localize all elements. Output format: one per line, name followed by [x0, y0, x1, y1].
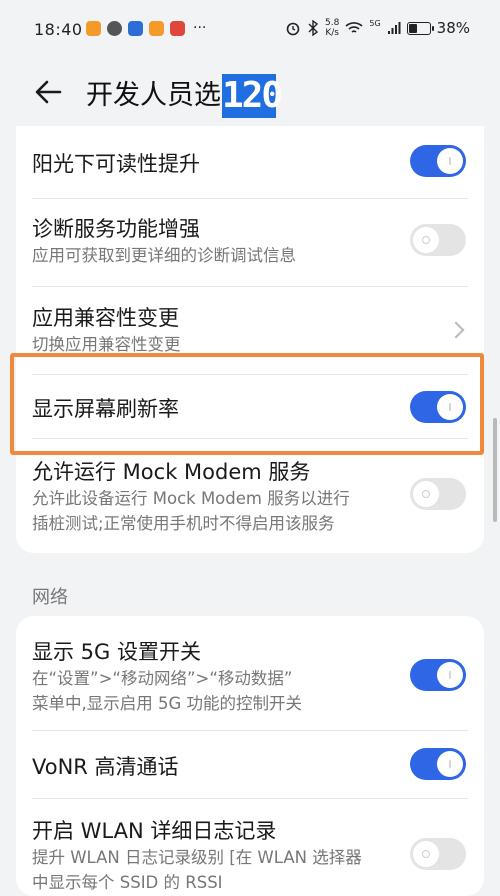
- diagnostic-enhance-toggle[interactable]: [410, 224, 466, 256]
- more-notifications-icon: ···: [193, 20, 207, 36]
- setting-row-show-5g[interactable]: 显示 5G 设置开关 在“设置”>“移动网络”>“移动数据” 菜单中,显示启用 …: [16, 616, 484, 730]
- page-title: 开发人员选: [86, 80, 221, 111]
- wlan-logging-toggle[interactable]: [410, 838, 466, 870]
- setting-row-diagnostic-enhance[interactable]: 诊断服务功能增强 应用可获取到更详细的诊断调试信息: [16, 198, 484, 286]
- battery-percent: 38%: [436, 19, 470, 37]
- chevron-right-icon: [447, 321, 465, 339]
- setting-title: 开启 WLAN 详细日志记录: [32, 819, 277, 843]
- scrollbar[interactable]: [493, 418, 497, 522]
- setting-row-vonr[interactable]: VoNR 高清通话: [16, 730, 484, 798]
- app-notification-icon: [170, 20, 185, 36]
- network-type: 5G: [369, 18, 381, 28]
- settings-card-network: 显示 5G 设置开关 在“设置”>“移动网络”>“移动数据” 菜单中,显示启用 …: [16, 616, 484, 896]
- setting-subtitle: 提升 WLAN 日志记录级别 [在 WLAN 选择器: [32, 848, 362, 867]
- wifi-icon: [345, 22, 363, 33]
- signal-icon: [387, 22, 401, 34]
- battery-level: [408, 23, 417, 33]
- refresh-rate-badge: 120: [222, 74, 283, 118]
- setting-subtitle: 应用可获取到更详细的诊断调试信息: [32, 246, 296, 265]
- app-notification-icon: [86, 20, 101, 36]
- setting-title: VoNR 高清通话: [32, 755, 179, 779]
- sunlight-readability-toggle[interactable]: [410, 145, 466, 177]
- setting-subtitle: 中显示每个 SSID 的 RSSI: [32, 873, 223, 892]
- setting-subtitle: 菜单中,显示启用 5G 功能的控制开关: [32, 694, 303, 713]
- bluetooth-icon: [308, 20, 319, 36]
- setting-subtitle: 允许此设备运行 Mock Modem 服务以进行: [32, 489, 350, 508]
- network-speed: 5.8 K/s: [325, 18, 339, 38]
- setting-subtitle: 在“设置”>“移动网络”>“移动数据”: [32, 669, 293, 688]
- status-time: 18:40: [34, 20, 83, 39]
- status-right: 5.8 K/s 5G 38%: [285, 18, 470, 38]
- net-speed-unit: K/s: [325, 28, 339, 38]
- back-arrow-icon[interactable]: [32, 74, 68, 110]
- show-5g-toggle[interactable]: [410, 659, 466, 691]
- setting-row-mock-modem[interactable]: 允许运行 Mock Modem 服务 允许此设备运行 Mock Modem 服务…: [16, 438, 484, 553]
- settings-card-general: 阳光下可读性提升 诊断服务功能增强 应用可获取到更详细的诊断调试信息 应用兼容性…: [16, 126, 484, 553]
- battery-icon: [406, 21, 434, 35]
- highlight-box: [10, 353, 484, 455]
- mock-modem-toggle[interactable]: [410, 478, 466, 510]
- section-label-network: 网络: [32, 587, 68, 608]
- setting-row-sunlight-readability[interactable]: 阳光下可读性提升: [16, 126, 484, 198]
- wechat-icon: [107, 20, 122, 36]
- setting-title: 应用兼容性变更: [32, 306, 179, 330]
- setting-title: 阳光下可读性提升: [32, 152, 200, 176]
- setting-subtitle: 插桩测试;正常使用手机时不得启用该服务: [32, 514, 335, 533]
- alarm-icon: [286, 22, 300, 36]
- setting-row-wlan-logging[interactable]: 开启 WLAN 详细日志记录 提升 WLAN 日志记录级别 [在 WLAN 选择…: [16, 798, 484, 896]
- setting-title: 显示 5G 设置开关: [32, 640, 201, 664]
- status-bar: 18:40 ··· 5.8 K/s 5G 38%: [0, 0, 500, 60]
- vonr-toggle[interactable]: [410, 748, 466, 780]
- app-notification-icon: [128, 20, 143, 36]
- app-notification-icon: [149, 20, 164, 36]
- setting-title: 允许运行 Mock Modem 服务: [32, 460, 311, 484]
- setting-title: 诊断服务功能增强: [32, 217, 200, 241]
- net-speed-value: 5.8: [325, 18, 340, 28]
- notification-icons: ···: [86, 20, 206, 36]
